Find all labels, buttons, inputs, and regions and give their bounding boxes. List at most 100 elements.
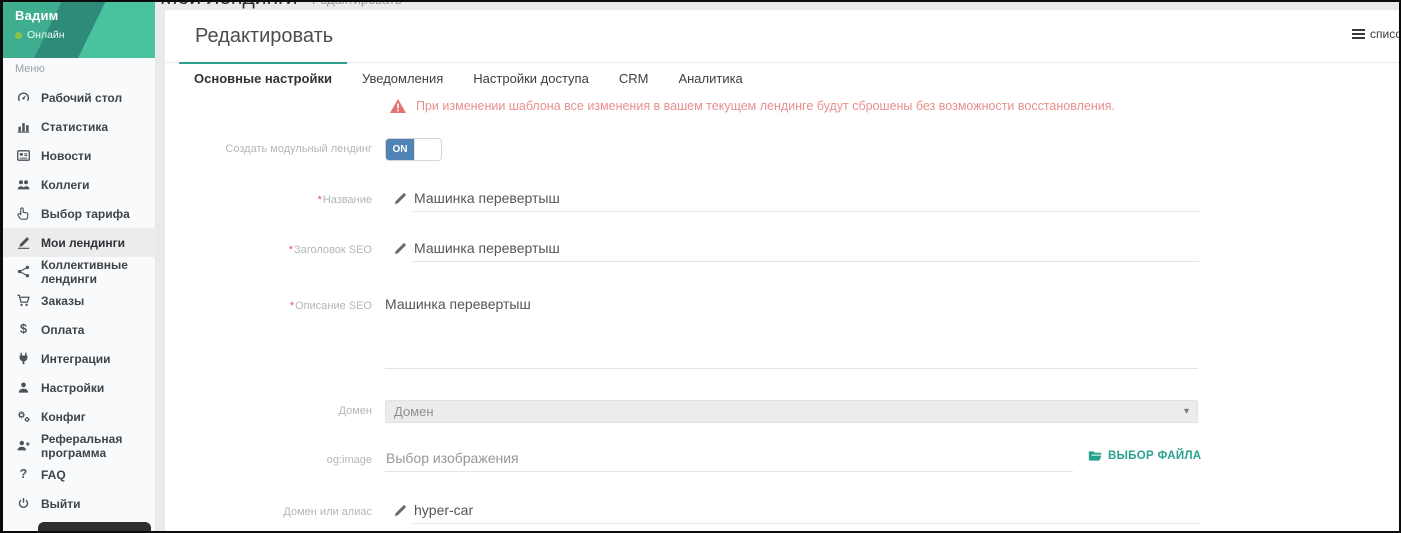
bottom-toast	[38, 522, 151, 531]
sidebar-item-label: Рабочий стол	[41, 91, 122, 105]
name-input[interactable]	[413, 190, 1199, 212]
list-view-button[interactable]: список	[1352, 27, 1401, 41]
domain-alias-label: Домен или алиас	[165, 502, 372, 522]
sidebar-item-label: Выйти	[41, 497, 81, 511]
sidebar-item-label: Реферальная программа	[41, 432, 155, 460]
tab-crm[interactable]: CRM	[604, 62, 664, 95]
power-icon	[15, 496, 32, 511]
dollar-icon: $	[15, 323, 32, 336]
user-name: Вадим	[15, 8, 65, 23]
user-icon	[15, 380, 32, 395]
menu-section-label: Меню	[15, 63, 45, 75]
warning-text: При изменении шаблона все изменения в ва…	[416, 99, 1115, 113]
list-view-label: список	[1370, 27, 1401, 41]
sidebar-item-cogs[interactable]: Конфиг	[0, 402, 155, 431]
modular-landing-toggle[interactable]: ON	[385, 138, 442, 161]
edit-pencil-icon	[393, 191, 408, 206]
sidebar-item-label: Статистика	[41, 120, 108, 134]
name-label: Название	[165, 190, 372, 210]
sidebar-item-landings[interactable]: Мои лендинги	[0, 228, 155, 257]
toggle-on-label: ON	[386, 139, 414, 160]
sidebar-item-label: Заказы	[41, 294, 84, 308]
sidebar-item-share[interactable]: Коллективные лендинги	[0, 257, 155, 286]
warning-triangle-icon	[390, 99, 406, 113]
user-plus-icon	[15, 438, 32, 453]
landings-icon	[15, 235, 32, 250]
sidebar-item-question[interactable]: ? FAQ	[0, 460, 155, 489]
tab-access-settings[interactable]: Настройки доступа	[458, 62, 604, 95]
tab-label: Настройки доступа	[473, 71, 589, 86]
breadcrumb-title: Мои лендинги	[160, 0, 297, 9]
sidebar-header: Вадим Онлайн	[0, 0, 155, 58]
sidebar-item-label: Выбор тарифа	[41, 207, 130, 221]
og-image-input[interactable]	[385, 450, 1073, 472]
online-dot-icon	[15, 32, 22, 39]
main-card: Редактировать список Основные настройки У…	[165, 10, 1399, 531]
sidebar: Вадим Онлайн Меню Рабочий стол Статистик…	[0, 0, 155, 533]
question-icon: ?	[15, 468, 32, 481]
sidebar-item-stats[interactable]: Статистика	[0, 112, 155, 141]
cogs-icon	[15, 409, 32, 424]
sidebar-item-label: Оплата	[41, 323, 84, 337]
choose-file-button[interactable]: ВЫБОР ФАЙЛА	[1088, 450, 1201, 462]
seo-title-input[interactable]	[413, 240, 1199, 262]
edit-pencil-icon	[393, 241, 408, 256]
user-block[interactable]: Вадим Онлайн	[15, 8, 65, 41]
tariff-icon	[15, 206, 32, 221]
sidebar-item-cart[interactable]: Заказы	[0, 286, 155, 315]
sidebar-item-label: Настройки	[41, 381, 104, 395]
sidebar-item-label: Конфиг	[41, 410, 86, 424]
sidebar-item-label: Коллеги	[41, 178, 90, 192]
sidebar-item-label: Коллективные лендинги	[41, 258, 155, 286]
list-icon	[1352, 29, 1365, 40]
modular-landing-label: Создать модульный лендинг	[165, 138, 372, 161]
dashboard-icon	[15, 90, 32, 105]
breadcrumb: Мои лендинги Редактировать	[160, 0, 402, 10]
folder-icon	[1088, 450, 1102, 462]
sidebar-item-label: Мои лендинги	[41, 236, 125, 250]
seo-description-label: Описание SEO	[165, 300, 372, 312]
seo-description-textarea[interactable]: Машинка перевертыш	[385, 296, 1198, 369]
cart-icon	[15, 293, 32, 308]
sidebar-item-colleagues[interactable]: Коллеги	[0, 170, 155, 199]
plug-icon	[15, 351, 32, 366]
stats-icon	[15, 119, 32, 134]
tab-label: Аналитика	[678, 71, 742, 86]
share-icon	[15, 264, 32, 279]
sidebar-menu: Рабочий стол Статистика Новости Коллеги …	[0, 83, 155, 518]
sidebar-item-power[interactable]: Выйти	[0, 489, 155, 518]
tab-notifications[interactable]: Уведомления	[347, 62, 458, 95]
sidebar-item-label: Новости	[41, 149, 91, 163]
choose-file-label: ВЫБОР ФАЙЛА	[1108, 450, 1201, 462]
tab-main-settings[interactable]: Основные настройки	[179, 62, 347, 95]
tab-label: CRM	[619, 71, 649, 86]
tab-analytics[interactable]: Аналитика	[663, 62, 757, 95]
tab-label: Основные настройки	[194, 71, 332, 86]
og-image-label: og:image	[165, 450, 372, 470]
domain-select-value: Домен	[394, 404, 434, 419]
edit-pencil-icon	[393, 503, 408, 518]
sidebar-item-dashboard[interactable]: Рабочий стол	[0, 83, 155, 112]
page-title: Редактировать	[195, 10, 333, 62]
sidebar-item-label: Интеграции	[41, 352, 111, 366]
chevron-down-icon: ▾	[1184, 406, 1189, 417]
colleagues-icon	[15, 177, 32, 192]
seo-title-label: Заголовок SEO	[165, 240, 372, 260]
sidebar-item-plug[interactable]: Интеграции	[0, 344, 155, 373]
sidebar-item-tariff[interactable]: Выбор тарифа	[0, 199, 155, 228]
sidebar-item-news[interactable]: Новости	[0, 141, 155, 170]
domain-alias-input[interactable]	[413, 502, 1199, 524]
card-header: Редактировать список	[165, 10, 1399, 63]
domain-label: Домен	[165, 400, 372, 423]
breadcrumb-sub: Редактировать	[312, 0, 402, 7]
toggle-handle	[414, 139, 441, 160]
sidebar-item-user[interactable]: Настройки	[0, 373, 155, 402]
news-icon	[15, 148, 32, 163]
tab-label: Уведомления	[362, 71, 443, 86]
tab-bar: Основные настройки Уведомления Настройки д…	[165, 62, 1399, 95]
sidebar-item-dollar[interactable]: $ Оплата	[0, 315, 155, 344]
sidebar-item-label: FAQ	[41, 468, 66, 482]
warning-banner: При изменении шаблона все изменения в ва…	[390, 99, 1115, 113]
domain-select[interactable]: Домен ▾	[385, 400, 1198, 423]
sidebar-item-user-plus[interactable]: Реферальная программа	[0, 431, 155, 460]
